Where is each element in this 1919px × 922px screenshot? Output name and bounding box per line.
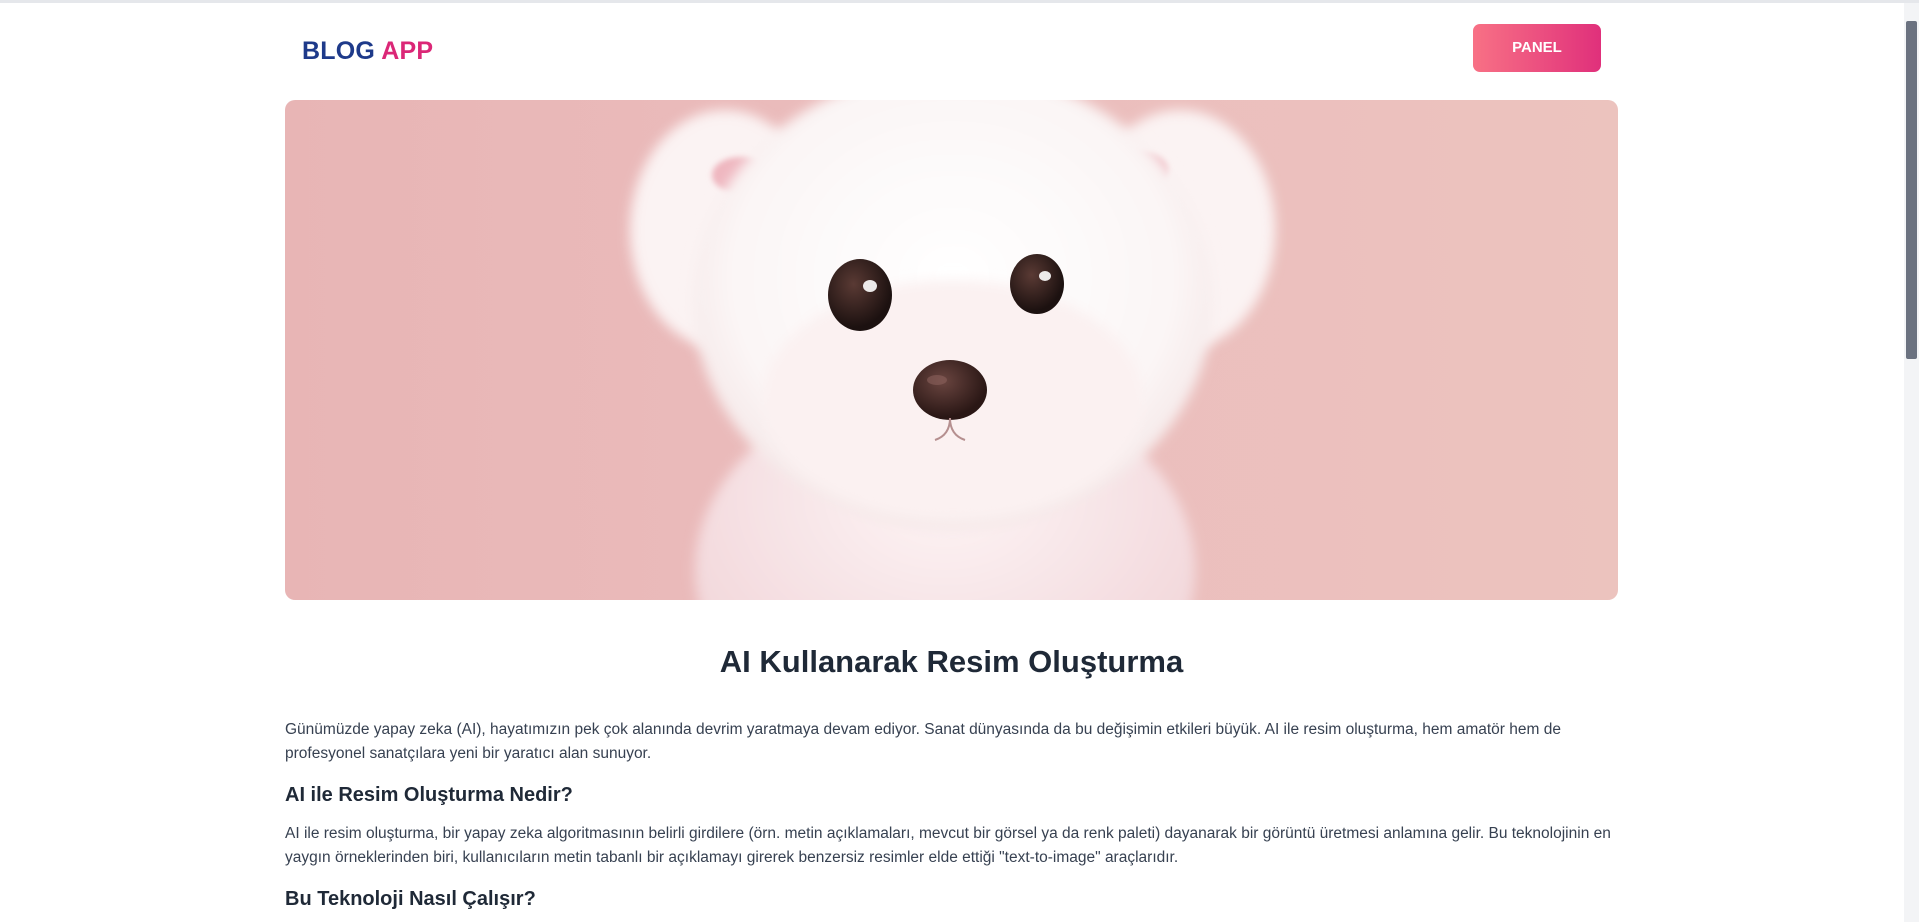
article-intro: Günümüzde yapay zeka (AI), hayatımızın p…	[285, 721, 1561, 762]
page: BLOG APP PANEL AI Kullanarak Resim Oluşt…	[0, 0, 1919, 922]
section-heading-1: AI ile Resim Oluşturma Nedir?	[285, 784, 573, 806]
scrollbar-track[interactable]	[1904, 3, 1919, 922]
logo-blog-text: BLOG	[302, 37, 376, 65]
site-logo[interactable]: BLOG APP	[302, 37, 433, 66]
article-body: Günümüzde yapay zeka (AI), hayatımızın p…	[285, 718, 1618, 912]
scrollbar-thumb[interactable]	[1906, 21, 1917, 359]
main-container: BLOG APP PANEL AI Kullanarak Resim Oluşt…	[285, 3, 1618, 922]
article-title: AI Kullanarak Resim Oluşturma	[719, 644, 1184, 679]
section-heading-2: Bu Teknoloji Nasıl Çalışır?	[285, 888, 536, 910]
logo-app-text: APP	[381, 37, 434, 65]
puppy-illustration	[630, 100, 1275, 600]
panel-button[interactable]: PANEL	[1473, 23, 1601, 72]
site-header: BLOG APP PANEL	[285, 3, 1618, 100]
hero-image	[285, 100, 1618, 600]
section-text-1: AI ile resim oluşturma, bir yapay zeka a…	[285, 825, 1611, 866]
